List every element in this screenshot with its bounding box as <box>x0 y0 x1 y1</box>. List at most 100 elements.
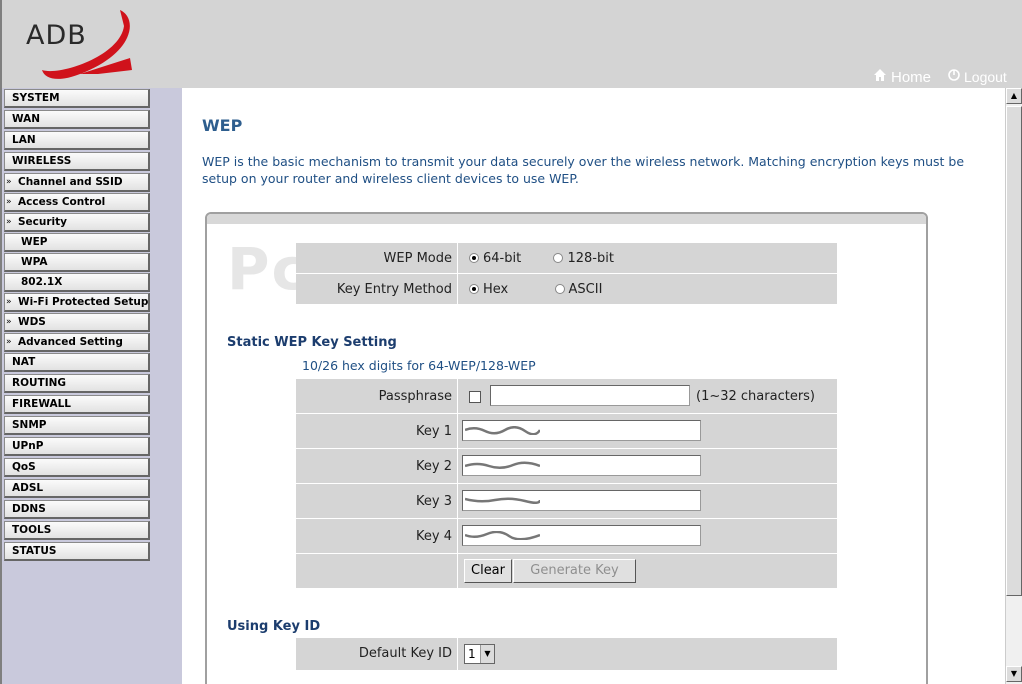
sidebar-item-label: UPnP <box>12 440 44 452</box>
generate-key-button[interactable]: Generate Key <box>513 559 636 583</box>
default-key-id-value: 1 <box>468 647 476 661</box>
key-3-row: Key 3 <box>296 484 837 519</box>
key-id-table: Default Key ID 1 ▼ <box>296 638 837 670</box>
wep-mode-row: WEP Mode 64-bit 128-bit <box>296 243 837 274</box>
wep-mode-64-radio[interactable] <box>469 253 479 263</box>
sidebar-item-label: Advanced Setting <box>18 336 123 348</box>
sidebar-item-tools[interactable]: TOOLS <box>4 521 150 540</box>
redacted-scribble <box>465 497 540 504</box>
key-buttons-label-cell <box>296 554 458 588</box>
passphrase-label: Passphrase <box>296 379 458 413</box>
key-3-input[interactable] <box>462 490 701 511</box>
sidebar-item-label: NAT <box>12 356 36 368</box>
sidebar-item-label: Access Control <box>18 196 106 208</box>
key-2-row: Key 2 <box>296 449 837 484</box>
key-entry-row: Key Entry Method Hex ASCII <box>296 274 837 305</box>
key-entry-hex-radio[interactable] <box>469 284 479 294</box>
key-buttons-cell: Clear Generate Key <box>459 554 837 588</box>
double-chevron-icon: » <box>6 297 12 307</box>
key-1-label: Key 1 <box>296 414 458 448</box>
wep-mode-label: WEP Mode <box>296 243 458 273</box>
key-2-label: Key 2 <box>296 449 458 483</box>
key-4-row: Key 4 <box>296 519 837 554</box>
wep-mode-options: 64-bit 128-bit <box>459 243 837 273</box>
wep-mode-table: WEP Mode 64-bit 128-bit Key Entry Method… <box>296 243 837 305</box>
sidebar-item-firewall[interactable]: FIREWALL <box>4 395 150 414</box>
logout-link[interactable]: Logout <box>947 68 1007 85</box>
double-chevron-icon: » <box>6 177 12 187</box>
passphrase-length-note: (1~32 characters) <box>696 389 816 404</box>
sidebar-item-lan[interactable]: LAN <box>4 131 150 150</box>
clear-button[interactable]: Clear <box>464 559 512 583</box>
wep-mode-64-label: 64-bit <box>483 251 522 266</box>
static-wep-section-title: Static WEP Key Setting <box>227 335 397 350</box>
sidebar-item-wep[interactable]: WEP <box>4 233 150 252</box>
double-chevron-icon: » <box>6 217 12 227</box>
sidebar-item-security[interactable]: » Security <box>4 213 150 232</box>
wep-mode-128-radio[interactable] <box>553 253 564 263</box>
sidebar-item-label: WPA <box>21 256 48 268</box>
sidebar-item-label: ADSL <box>12 482 44 494</box>
sidebar-item-label: WDS <box>18 316 46 328</box>
sidebar-item-wan[interactable]: WAN <box>4 110 150 129</box>
using-key-id-section-title: Using Key ID <box>227 619 321 634</box>
key-entry-label: Key Entry Method <box>296 274 458 304</box>
key-4-cell <box>459 519 837 553</box>
sidebar-item-label: WEP <box>21 236 48 248</box>
scroll-up-arrow-icon[interactable]: ▲ <box>1006 88 1022 104</box>
sidebar-item-wpa[interactable]: WPA <box>4 253 150 272</box>
sidebar-item-label: SNMP <box>12 419 47 431</box>
header: ADB Home Logout <box>0 0 1022 88</box>
scrollbar-thumb[interactable] <box>1006 106 1022 596</box>
home-label[interactable]: Home <box>891 69 931 86</box>
sidebar-item-label: STATUS <box>12 545 57 557</box>
vertical-scrollbar[interactable]: ▲ ▼ <box>1005 88 1022 684</box>
sidebar-item-snmp[interactable]: SNMP <box>4 416 150 435</box>
sidebar-item-status[interactable]: STATUS <box>4 542 150 561</box>
key-1-input[interactable] <box>462 420 701 441</box>
sidebar-item-adsl[interactable]: ADSL <box>4 479 150 498</box>
sidebar-item-wds[interactable]: » WDS <box>4 313 150 332</box>
chevron-down-icon: ▼ <box>480 645 494 663</box>
double-chevron-icon: » <box>6 317 12 327</box>
key-entry-hex-label: Hex <box>483 282 509 297</box>
sidebar-item-upnp[interactable]: UPnP <box>4 437 150 456</box>
sidebar-item-ddns[interactable]: DDNS <box>4 500 150 519</box>
sidebar-item-qos[interactable]: QoS <box>4 458 150 477</box>
sidebar: SYSTEM WAN LAN WIRELESS » Channel and SSI… <box>0 88 182 684</box>
key-1-row: Key 1 <box>296 414 837 449</box>
double-chevron-icon: » <box>6 197 12 207</box>
sidebar-item-wps[interactable]: » Wi-Fi Protected Setup <box>4 293 150 312</box>
default-key-id-row: Default Key ID 1 ▼ <box>296 638 837 670</box>
adb-logo: ADB <box>20 8 140 82</box>
key-3-label: Key 3 <box>296 484 458 518</box>
sidebar-item-channel-ssid[interactable]: » Channel and SSID <box>4 173 150 192</box>
sidebar-item-label: LAN <box>12 134 36 146</box>
sidebar-item-label: ROUTING <box>12 377 67 389</box>
sidebar-item-routing[interactable]: ROUTING <box>4 374 150 393</box>
home-link[interactable]: Home <box>872 67 931 87</box>
passphrase-input[interactable] <box>490 385 690 406</box>
sidebar-item-access-control[interactable]: » Access Control <box>4 193 150 212</box>
passphrase-checkbox[interactable] <box>469 391 481 403</box>
redacted-scribble <box>465 531 540 540</box>
sidebar-item-system[interactable]: SYSTEM <box>4 89 150 108</box>
intro-text: WEP is the basic mechanism to transmit y… <box>202 154 965 186</box>
sidebar-item-label: Channel and SSID <box>18 176 123 188</box>
default-key-id-label: Default Key ID <box>296 638 458 670</box>
sidebar-item-8021x[interactable]: 802.1X <box>4 273 150 292</box>
logout-label[interactable]: Logout <box>964 69 1007 85</box>
sidebar-item-nat[interactable]: NAT <box>4 353 150 372</box>
key-4-input[interactable] <box>462 525 701 546</box>
panel-header-bar <box>207 214 926 224</box>
logo-text: ADB <box>26 20 87 51</box>
sidebar-item-label: Wi-Fi Protected Setup <box>18 296 149 308</box>
sidebar-item-advanced-setting[interactable]: » Advanced Setting <box>4 333 150 352</box>
key-2-cell <box>459 449 837 483</box>
key-entry-ascii-radio[interactable] <box>554 284 565 294</box>
default-key-id-select[interactable]: 1 ▼ <box>464 644 495 664</box>
static-key-table: Passphrase (1~32 characters) Key 1 Key 2 <box>296 379 837 588</box>
key-2-input[interactable] <box>462 455 701 476</box>
scroll-down-arrow-icon[interactable]: ▼ <box>1006 666 1022 682</box>
sidebar-item-wireless[interactable]: WIRELESS <box>4 152 150 171</box>
